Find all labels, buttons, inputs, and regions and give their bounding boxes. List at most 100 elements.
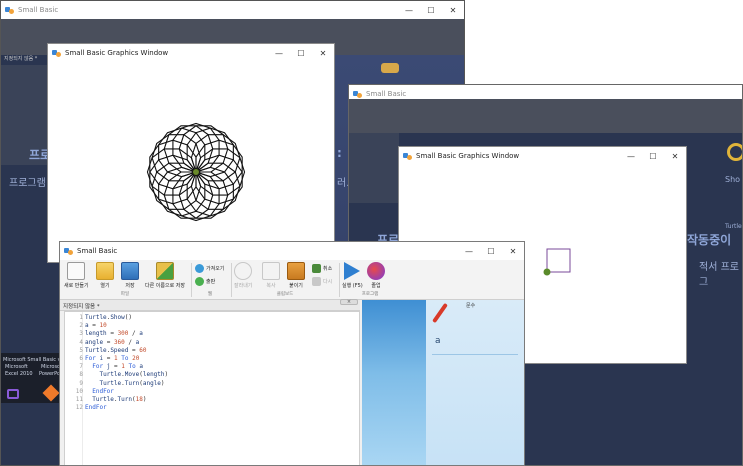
line-number: 11 [75,395,83,403]
small-basic-icon [64,247,73,256]
copy-button[interactable]: 복사 [262,262,280,289]
background-editor-2 [349,133,399,203]
play-icon [344,262,361,280]
taskbar-item-microsoft[interactable]: Microsoft [5,364,28,370]
background-side-text: Turtle [725,223,742,230]
code-text: a = 10 [85,322,107,330]
undo-icon [312,264,321,273]
main-app-title: Small Basic [77,247,118,255]
code-text: EndFor [85,404,107,412]
save-as-button[interactable]: 다른 이름으로 저장 [145,262,185,289]
background-app-titlebar[interactable]: Small Basic — ☐ ✕ [1,1,464,19]
code-text: angle = 360 / a [85,338,140,346]
scissors-icon [234,262,253,280]
background-subtext: 프로그램 [9,178,46,189]
graphics-window-1-title: Small Basic Graphics Window [65,49,169,57]
desktop: Small Basic — ☐ ✕ 지정되지 않음 * 프로 프로그램 러. :… [0,0,743,466]
background-toolbar-icon [381,63,399,73]
undo-button[interactable]: 취소 [312,264,332,273]
save-as-button-label: 다른 이름으로 저장 [145,283,185,289]
cut-button-label: 잘라내기 [234,283,253,289]
code-line[interactable]: 10 EndFor [76,388,168,396]
background-app2-title: Small Basic [366,90,407,98]
file-group-label: 파일 [120,292,130,297]
open-button[interactable]: 열기 [96,262,114,289]
code-text: Turtle.Move(length) [99,371,169,379]
code-line[interactable]: 8 Turtle.Move(length) [79,371,169,379]
run-button[interactable]: 실행 (F5) [342,262,363,289]
graphics-window-1-titlebar[interactable]: Small Basic Graphics Window — ☐ ✕ [48,44,334,62]
maximize-button[interactable]: ☐ [290,44,312,62]
cut-button[interactable]: 잘라내기 [234,262,252,289]
help-panel-content: 문수 a [426,300,524,465]
code-line[interactable]: 12 EndFor [76,404,168,412]
taskbar-item-small-basic[interactable]: Microsoft Small Basic v1. [3,357,65,363]
publish-button[interactable]: 출판 [195,277,215,286]
maximize-button[interactable]: ☐ [480,242,502,260]
code-content[interactable]: 1 Turtle.Show() 2 a = 10 3 length = 300 / a4a… [76,314,169,412]
ribbon-separator [191,263,192,297]
tab-close-button[interactable]: × [340,299,358,305]
turtle-icon [543,268,551,276]
graphics-window-2-title: Small Basic Graphics Window [416,152,520,160]
redo-button-label: 다시 [323,279,333,285]
line-number: 2 [79,322,83,330]
import-button[interactable]: 가져오기 [195,264,224,273]
code-text: For i = 1 To 20 [85,354,140,362]
code-line[interactable]: 11 Turtle.Turn(18) [76,396,168,404]
redo-button[interactable]: 다시 [312,277,332,286]
code-line[interactable]: 9 Turtle.Turn(angle) [79,379,168,388]
small-basic-icon [5,6,14,15]
minimize-button[interactable]: — [620,147,642,165]
square-path [546,248,571,273]
save-button-label: 저장 [125,283,135,289]
code-line[interactable]: 1 Turtle.Show() [79,314,168,322]
background-app-title: Small Basic [18,6,59,14]
clipboard-group-label: 클립보드 [276,292,294,297]
taskbar-item-excel[interactable]: Excel 2010 [5,371,33,377]
code-text: Turtle.Turn(angle) [99,379,165,387]
line-number: 12 [75,404,83,412]
minimize-button[interactable]: — [398,1,420,19]
floppy-disk-icon [121,262,139,280]
code-editor[interactable]: 1 Turtle.Show() 2 a = 10 3 length = 300 / a4a… [64,311,360,465]
web-group-label: 웹 [207,292,213,297]
new-button-label: 새로 만들기 [64,283,89,289]
code-line[interactable]: 6 For i = 1 To 20 [79,354,168,363]
code-text: Turtle.Show() [85,314,133,321]
code-line[interactable]: 4 angle = 360 / a [79,338,168,347]
import-button-label: 가져오기 [206,266,225,272]
code-line[interactable]: 7 For j = 1 To a [79,363,168,371]
minimize-button[interactable]: — [268,44,290,62]
copy-icon [262,262,280,280]
line-number: 3 [79,330,83,338]
graphics-canvas-1[interactable] [48,62,334,262]
taskbar-item-powerpoint[interactable]: PowerPo [39,371,60,377]
close-button[interactable]: ✕ [312,44,334,62]
new-button[interactable]: 새로 만들기 [64,262,89,289]
help-panel-divider [432,354,518,355]
main-app-window[interactable]: Small Basic — ☐ ✕ 새로 만들기 열기 저장 다른 이름으로 저… [59,241,525,466]
maximize-button[interactable]: ☐ [420,1,442,19]
minimize-button[interactable]: — [458,242,480,260]
maximize-button[interactable]: ☐ [642,147,664,165]
code-text: length = 300 / a [85,330,143,338]
code-line[interactable]: 3 length = 300 / a [79,330,168,338]
save-button[interactable]: 저장 [121,262,139,289]
redo-icon [312,277,321,286]
code-line[interactable]: 5 Turtle.Speed = 60 [79,347,168,355]
paste-button[interactable]: 붙이기 [287,262,305,289]
graphics-window-1[interactable]: Small Basic Graphics Window — ☐ ✕ [47,43,335,263]
code-line[interactable]: 2a = 10 [79,322,168,330]
graphics-window-2-titlebar[interactable]: Small Basic Graphics Window — ☐ ✕ [399,147,686,165]
line-number: 10 [75,387,83,395]
taskbar-item-microsoft-2[interactable]: Microso [41,364,60,370]
graduate-button[interactable]: 졸업 [367,262,385,289]
ribbon-separator [339,263,340,297]
main-app-titlebar[interactable]: Small Basic — ☐ ✕ [60,242,524,260]
graduate-button-label: 졸업 [371,283,381,289]
document-tab[interactable]: 지정되지 않음 * [60,300,360,311]
close-button[interactable]: ✕ [664,147,686,165]
close-button[interactable]: ✕ [502,242,524,260]
close-button[interactable]: ✕ [442,1,464,19]
